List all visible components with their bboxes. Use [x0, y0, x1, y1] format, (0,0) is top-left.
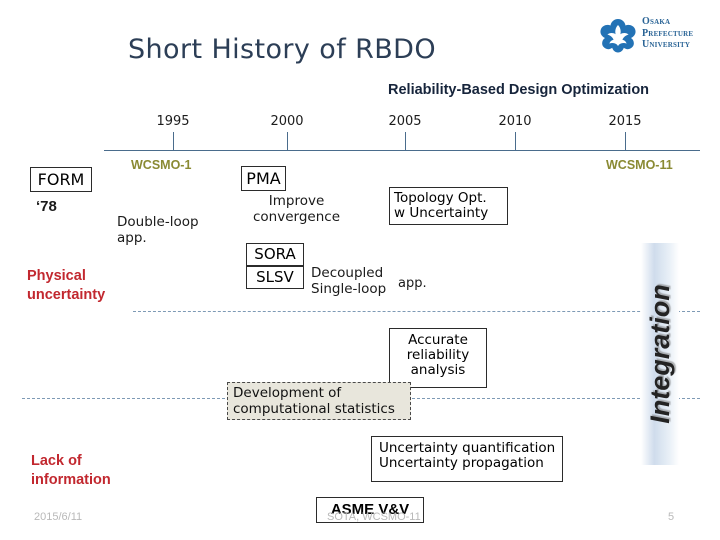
category-physical-line-1: Physical [27, 268, 86, 284]
node-slsv: SLSV [246, 266, 304, 289]
timeline-year-2005: 2005 [388, 114, 422, 129]
node-topology-optimization: Topology Opt. w Uncertainty [389, 187, 508, 225]
timeline-tick-2010 [515, 132, 516, 150]
node-devstats-line-1: Development of [233, 385, 342, 401]
footer-page-number: 5 [668, 511, 675, 523]
divider-upper [133, 311, 700, 312]
timeline-year-2000: 2000 [270, 114, 304, 129]
category-label-physical-uncertainty: Physical uncertainty [27, 267, 105, 304]
logo-wordmark: Osaka Prefecture University [642, 16, 693, 51]
timeline-year-2010: 2010 [498, 114, 532, 129]
node-accurate-line-3: analysis [410, 362, 466, 379]
node-accurate-line-2: reliability [406, 347, 470, 364]
note-decoupled-line-2: Single-loop [311, 281, 387, 298]
node-accurate-reliability-analysis: Accurate reliability analysis [389, 328, 487, 388]
category-label-lack-of-information: Lack of information [31, 452, 111, 489]
node-topology-line-2: w Uncertainty [394, 205, 489, 222]
node-topology-line-1: Topology Opt. [394, 190, 487, 206]
note-improve-line-1: Improve [268, 193, 325, 209]
footer-conference: SOTA, WCSMO-11 [327, 511, 421, 523]
note-improve-convergence: Improve convergence [253, 193, 340, 226]
timeline-year-1995: 1995 [156, 114, 190, 129]
conference-label-wcsmo-11: WCSMO-11 [606, 158, 673, 172]
note-double-loop-line-1: Double-loop [117, 214, 199, 230]
footer-date: 2015/6/11 [34, 511, 83, 523]
node-form: FORM [30, 167, 92, 192]
note-decoupled-line-1: Decoupled [311, 265, 384, 281]
node-uq-line-1: Uncertainty quantification [379, 440, 556, 456]
timeline-axis [104, 150, 700, 151]
integration-label: Integration [644, 284, 675, 424]
category-lack-line-1: Lack of [31, 453, 82, 469]
note-decoupled-single-loop: Decoupled Single-loop [311, 265, 386, 298]
timeline-tick-2015 [625, 132, 626, 150]
timeline-year-2015: 2015 [608, 114, 642, 129]
node-devstats-line-2: computational statistics [233, 400, 395, 417]
node-development-computational-statistics: Development of computational statistics [227, 382, 411, 420]
page-title: Short History of RBDO [128, 34, 437, 65]
node-form-year: ‘78 [36, 198, 57, 215]
logo-line-2: Prefecture [642, 27, 694, 39]
note-double-loop-line-2: app. [117, 230, 147, 247]
logo-line-3: University [642, 39, 691, 50]
conference-label-wcsmo-1: WCSMO-1 [131, 158, 192, 172]
node-pma: PMA [241, 166, 286, 191]
timeline-tick-2000 [287, 132, 288, 150]
node-sora: SORA [246, 243, 304, 266]
subtitle: Reliability-Based Design Optimization [388, 82, 650, 98]
slide-canvas: Short History of RBDO Osaka Prefecture U… [0, 0, 720, 540]
category-physical-line-2: uncertainty [27, 286, 106, 303]
ginkgo-emblem-icon [600, 19, 636, 53]
university-logo: Osaka Prefecture University [598, 14, 714, 58]
node-uq-line-2: Uncertainty propagation [379, 455, 544, 472]
timeline-tick-1995 [173, 132, 174, 150]
logo-line-1: Osaka [642, 16, 671, 27]
node-accurate-line-1: Accurate [408, 332, 468, 348]
note-app: app. [398, 276, 427, 291]
note-double-loop: Double-loop app. [117, 214, 199, 247]
category-lack-line-2: information [31, 471, 111, 488]
node-uncertainty-quantification: Uncertainty quantification Uncertainty p… [371, 436, 563, 482]
timeline-tick-2005 [405, 132, 406, 150]
note-improve-line-2: convergence [253, 209, 341, 226]
